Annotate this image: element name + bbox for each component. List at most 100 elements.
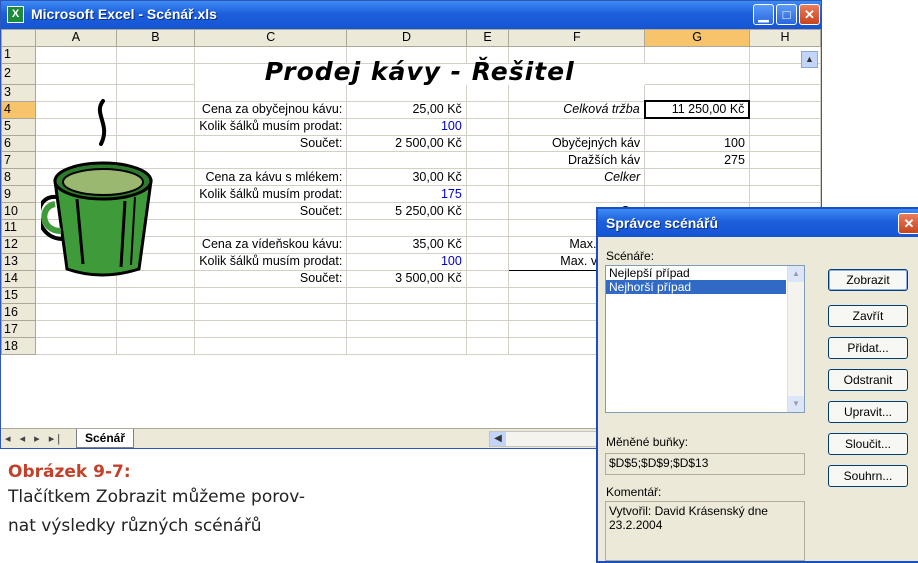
cell[interactable] xyxy=(35,286,117,305)
cell[interactable] xyxy=(194,151,348,170)
tab-navigation-arrows[interactable]: ◂ ◂ ▸ ▸| xyxy=(5,432,63,445)
cell[interactable] xyxy=(35,337,117,356)
list-scrollbar[interactable]: ▲ ▼ xyxy=(787,266,804,412)
row-header[interactable]: 16 xyxy=(0,303,37,322)
cell-input[interactable]: 100 xyxy=(346,117,467,136)
row-header[interactable]: 18 xyxy=(0,337,37,356)
cell[interactable] xyxy=(748,117,822,136)
cell-label[interactable]: Kolik šálků musím prodat: xyxy=(194,117,348,136)
dialog-title[interactable]: Správce scénářů xyxy=(598,209,918,237)
row-header[interactable]: 7 xyxy=(0,151,37,170)
cell[interactable] xyxy=(465,286,510,305)
cell[interactable] xyxy=(465,134,510,153)
cell[interactable] xyxy=(465,252,510,271)
column-header[interactable]: H xyxy=(748,29,822,47)
active-cell[interactable]: 11 250,00 Kč xyxy=(643,100,751,120)
minimize-button[interactable]: ▁ xyxy=(753,4,774,25)
cell-label[interactable]: Součet: xyxy=(194,202,348,221)
cell-value[interactable]: 35,00 Kč xyxy=(346,235,467,254)
scenario-item[interactable]: Nejlepší případ xyxy=(606,266,804,280)
cell[interactable] xyxy=(35,45,117,64)
cell[interactable] xyxy=(115,62,196,85)
cell[interactable] xyxy=(115,303,196,322)
row-header[interactable]: 11 xyxy=(0,219,37,237)
sheet-title-cell[interactable]: Prodej kávy - Řešitel xyxy=(195,59,645,84)
cell-value[interactable]: 3 500,00 Kč xyxy=(346,269,467,288)
row-header[interactable]: 15 xyxy=(0,286,37,305)
column-header[interactable]: E xyxy=(465,29,510,47)
edit-button[interactable]: Upravit... xyxy=(828,401,908,423)
cell[interactable] xyxy=(748,151,822,170)
scroll-up-icon[interactable]: ▲ xyxy=(788,266,804,282)
cell[interactable] xyxy=(465,202,510,221)
cell-label[interactable]: Kolik šálků musím prodat: xyxy=(194,252,348,271)
cell[interactable] xyxy=(194,219,348,237)
cell-label[interactable]: Celker xyxy=(508,168,646,187)
cell[interactable] xyxy=(465,100,510,119)
cell[interactable] xyxy=(194,337,348,356)
cell[interactable] xyxy=(465,151,510,170)
cell-value[interactable]: 100 xyxy=(644,134,750,153)
cell-label[interactable]: Dražších káv xyxy=(508,151,646,170)
cell[interactable] xyxy=(748,185,822,204)
cell[interactable] xyxy=(508,117,646,136)
cell[interactable] xyxy=(748,168,822,187)
column-header[interactable]: A xyxy=(35,29,117,47)
cell-input[interactable]: 100 xyxy=(346,252,467,271)
row-header[interactable]: 13 xyxy=(0,252,37,271)
cell[interactable] xyxy=(748,83,822,102)
cell[interactable] xyxy=(115,286,196,305)
cell[interactable] xyxy=(465,337,510,356)
cell-value[interactable]: 2 500,00 Kč xyxy=(346,134,467,153)
cell[interactable] xyxy=(644,117,750,136)
cell[interactable] xyxy=(644,45,750,64)
cell[interactable] xyxy=(194,83,348,102)
scenario-list[interactable]: Nejlepší případ Nejhorší případ ▲ ▼ xyxy=(605,265,805,413)
scroll-left-icon[interactable]: ◀ xyxy=(490,432,506,446)
row-header[interactable]: 9 xyxy=(0,185,37,204)
cell-value[interactable]: 25,00 Kč xyxy=(346,100,467,119)
scroll-up-button[interactable]: ▲ xyxy=(801,51,818,68)
cell[interactable] xyxy=(194,320,348,339)
row-header[interactable]: 12 xyxy=(0,235,37,254)
cell-input[interactable]: 175 xyxy=(346,185,467,204)
cell[interactable] xyxy=(508,185,646,204)
row-header[interactable]: 10 xyxy=(0,202,37,221)
row-header[interactable]: 8 xyxy=(0,168,37,187)
cell[interactable] xyxy=(465,219,510,237)
cell[interactable] xyxy=(35,303,117,322)
cell[interactable] xyxy=(644,83,750,102)
row-header[interactable]: 2 xyxy=(0,62,37,85)
cell-label[interactable]: Obyčejných káv xyxy=(508,134,646,153)
summary-button[interactable]: Souhrn... xyxy=(828,465,908,487)
row-header[interactable]: 17 xyxy=(0,320,37,339)
merge-button[interactable]: Sloučit... xyxy=(828,433,908,455)
cell[interactable] xyxy=(465,117,510,136)
cell-label[interactable]: Celková tržba xyxy=(508,100,646,119)
excel-icon[interactable]: X xyxy=(7,6,24,23)
close-dialog-button[interactable]: Zavřít xyxy=(828,305,908,327)
column-header[interactable]: B xyxy=(115,29,196,47)
maximize-button[interactable]: □ xyxy=(776,4,797,25)
column-header[interactable]: D xyxy=(346,29,467,47)
cell[interactable] xyxy=(35,62,117,85)
cell[interactable] xyxy=(115,337,196,356)
cell[interactable] xyxy=(465,185,510,204)
select-all-corner[interactable] xyxy=(0,29,37,47)
cell[interactable] xyxy=(465,83,510,102)
cell[interactable] xyxy=(644,62,750,85)
cell-label[interactable]: Cena za vídeňskou kávu: xyxy=(194,235,348,254)
cell[interactable] xyxy=(465,303,510,322)
cell[interactable] xyxy=(115,320,196,339)
cell[interactable] xyxy=(346,303,467,322)
row-header[interactable]: 1 xyxy=(0,45,37,64)
cell[interactable] xyxy=(346,219,467,237)
cell[interactable] xyxy=(35,320,117,339)
show-button[interactable]: Zobrazit xyxy=(828,269,908,291)
cell[interactable] xyxy=(346,83,467,102)
add-button[interactable]: Přidat... xyxy=(828,337,908,359)
row-header[interactable]: 5 xyxy=(0,117,37,136)
cell[interactable] xyxy=(465,269,510,288)
cell-label[interactable]: Součet: xyxy=(194,269,348,288)
scenario-item-selected[interactable]: Nejhorší případ xyxy=(606,280,786,294)
